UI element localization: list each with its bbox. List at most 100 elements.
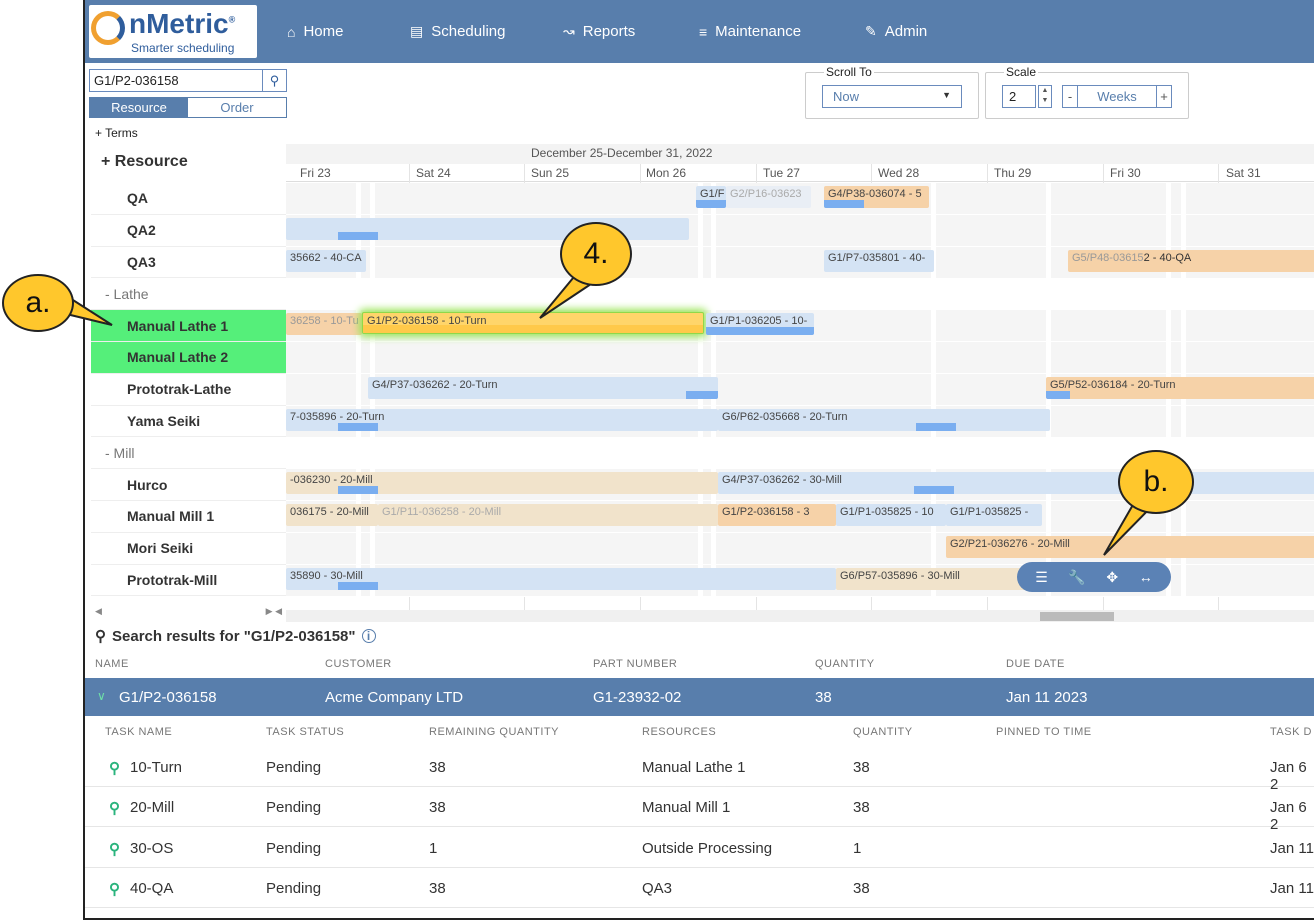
task-bar[interactable]: G4/P37-036262 - 20-Turn: [368, 377, 718, 399]
nav-maintenance[interactable]: ≡ Maintenance: [699, 0, 801, 63]
chevron-down-icon[interactable]: ∨: [97, 689, 106, 703]
task-bar[interactable]: G1/P1-035825 - 10: [836, 504, 946, 526]
scale-decrease-button[interactable]: -: [1063, 86, 1077, 107]
scale-unit-label[interactable]: Weeks: [1077, 86, 1157, 107]
scrollbar-thumb[interactable]: [1040, 612, 1114, 621]
scroll-to-value: Now: [833, 89, 860, 104]
nav-reports[interactable]: ↝ Reports: [563, 0, 635, 63]
gantt-toolbar: ☰ 🔧 ✥ ↔: [1017, 562, 1171, 592]
col-header-task-name[interactable]: TASK NAME: [105, 726, 172, 738]
task-bar[interactable]: G2/P16-03623: [726, 186, 811, 208]
scroll-to-select[interactable]: Now ▼: [822, 85, 962, 108]
scroll-left-icon[interactable]: ◀: [95, 606, 102, 618]
resource-row-manual-lathe-1[interactable]: Manual Lathe 1: [91, 310, 286, 342]
task-bar[interactable]: [286, 218, 689, 240]
list-icon[interactable]: ☰: [1035, 569, 1048, 586]
move-icon[interactable]: ✥: [1106, 569, 1118, 586]
task-row[interactable]: ⚲ 20-Mill Pending 38 Manual Mill 1 38 Ja…: [85, 787, 1314, 833]
col-header-resources[interactable]: RESOURCES: [642, 726, 716, 738]
gantt-horizontal-scrollbar[interactable]: [286, 610, 1314, 622]
nmetric-logo[interactable]: nMetric® Smarter scheduling: [89, 5, 257, 58]
scroll-right-icon[interactable]: ▶ ◀: [266, 606, 282, 618]
resource-row-qa3[interactable]: QA3: [91, 247, 286, 279]
day-label: Fri 23: [300, 166, 331, 180]
task-resource: QA3: [642, 880, 673, 897]
col-header-remaining[interactable]: REMAINING QUANTITY: [429, 726, 559, 738]
task-row[interactable]: ⚲ 30-OS Pending 1 Outside Processing 1 J…: [85, 828, 1314, 868]
task-bar[interactable]: G4/P38-036074 - 5: [824, 186, 929, 208]
task-bar[interactable]: G1/P1-035825 -: [946, 504, 1042, 526]
search-icon[interactable]: ⚲: [262, 70, 286, 91]
location-pin-icon[interactable]: ⚲: [109, 799, 120, 817]
task-bar[interactable]: 35890 - 30-Mill: [286, 568, 836, 590]
task-row[interactable]: ⚲ 40-QA Pending 38 QA3 38 Jan 11: [85, 868, 1314, 908]
scale-increase-button[interactable]: +: [1157, 86, 1171, 107]
col-header-quantity[interactable]: QUANTITY: [815, 658, 875, 670]
task-bar[interactable]: -036230 - 20-Mill: [286, 472, 718, 494]
toggle-resource[interactable]: Resource: [90, 98, 188, 117]
resource-row-prototrak-mill[interactable]: Prototrak-Mill: [91, 565, 286, 597]
gantt-group-row: [286, 279, 1314, 311]
task-bar[interactable]: G6/P62-035668 - 20-Turn: [718, 409, 1050, 431]
task-bar-label: G1/P11-036258 - 20-Mill: [382, 506, 502, 518]
toggle-order[interactable]: Order: [188, 98, 286, 117]
task-bar[interactable]: 35662 - 40-CA: [286, 250, 366, 272]
sliders-icon: ≡: [699, 23, 708, 40]
scale-value-input[interactable]: 2: [1002, 85, 1036, 108]
non-working-gap: [931, 182, 936, 602]
scale-spinner[interactable]: ▲ ▼: [1038, 85, 1052, 108]
terms-expander[interactable]: + Terms: [95, 126, 138, 140]
task-bar[interactable]: 36258 - 10-Tu: [286, 313, 362, 335]
col-header-task-status[interactable]: TASK STATUS: [266, 726, 344, 738]
resource-row-manual-mill-1[interactable]: Manual Mill 1: [91, 501, 286, 533]
wrench-icon[interactable]: 🔧: [1068, 569, 1085, 586]
resource-row-mori-seiki[interactable]: Mori Seiki: [91, 533, 286, 565]
col-header-pinned[interactable]: PINNED TO TIME: [996, 726, 1092, 738]
task-bar[interactable]: G4/P37-036262 - 30-Mill: [718, 472, 1314, 494]
task-bar[interactable]: G2/P21-036276 - 20-Mill: [946, 536, 1314, 558]
task-bar[interactable]: 7-035896 - 20-Turn: [286, 409, 718, 431]
task-name: 40-QA: [130, 880, 174, 897]
resource-row-qa[interactable]: QA: [91, 183, 286, 215]
task-bar[interactable]: G5/P52-036184 - 20-Turn: [1046, 377, 1314, 399]
resource-row-hurco[interactable]: Hurco: [91, 469, 286, 501]
col-header-part-number[interactable]: PART NUMBER: [593, 658, 677, 670]
col-header-customer[interactable]: CUSTOMER: [325, 658, 392, 670]
group-row-lathe[interactable]: - Lathe: [91, 278, 286, 311]
resource-column-header[interactable]: + Resource: [101, 153, 188, 171]
nav-home[interactable]: ⌂ Home: [287, 0, 343, 63]
search-input[interactable]: [90, 70, 262, 91]
left-panel-scrollbar[interactable]: ◀ ▶ ◀: [91, 606, 286, 618]
task-bar[interactable]: G1/F: [696, 186, 726, 208]
resource-row-manual-lathe-2[interactable]: Manual Lathe 2: [91, 341, 286, 374]
nav-admin[interactable]: ✎ Admin: [865, 0, 927, 63]
location-pin-icon[interactable]: ⚲: [109, 840, 120, 858]
selected-task-bar[interactable]: G1/P2-036158 - 10-Turn: [362, 312, 704, 334]
logo-ring-icon: [91, 11, 125, 45]
location-pin-icon[interactable]: ⚲: [109, 880, 120, 898]
task-bar[interactable]: G1/P11-036258 - 20-Mill: [378, 504, 718, 526]
logo-brand: nMetric®: [129, 8, 236, 39]
task-bar[interactable]: G1/P1-036205 - 10-: [706, 313, 814, 335]
task-row[interactable]: ⚲ 10-Turn Pending 38 Manual Lathe 1 38 J…: [85, 747, 1314, 793]
col-header-task-date[interactable]: TASK D: [1270, 726, 1312, 738]
resource-row-prototrak-lathe[interactable]: Prototrak-Lathe: [91, 374, 286, 406]
nav-scheduling[interactable]: ▤ Scheduling: [410, 0, 505, 63]
resource-row-qa2[interactable]: QA2: [91, 215, 286, 247]
task-bar[interactable]: G5/P48-036152 - 40-QA: [1068, 250, 1314, 272]
resize-horizontal-icon[interactable]: ↔: [1139, 569, 1153, 585]
col-header-task-quantity[interactable]: QUANTITY: [853, 726, 913, 738]
resource-row-yama-seiki[interactable]: Yama Seiki: [91, 406, 286, 438]
location-pin-icon[interactable]: ⚲: [109, 759, 120, 777]
task-bar[interactable]: G1/P2-036158 - 3: [718, 504, 836, 526]
info-icon[interactable]: i: [361, 629, 376, 643]
order-row[interactable]: ∨ G1/P2-036158 Acme Company LTD G1-23932…: [85, 678, 1314, 716]
task-bar[interactable]: 036175 - 20-Mill: [286, 504, 378, 526]
group-row-mill[interactable]: - Mill: [91, 437, 286, 470]
day-label: Sat 31: [1226, 166, 1261, 180]
gantt-chart[interactable]: December 25-December 31, 2022 Fri 23 Sat…: [286, 122, 1314, 622]
task-bar[interactable]: G1/P7-035801 - 40-: [824, 250, 934, 272]
col-header-due-date[interactable]: DUE DATE: [1006, 658, 1065, 670]
task-bar-label: 036175 - 20-Mill: [290, 506, 369, 518]
col-header-name[interactable]: NAME: [95, 658, 129, 670]
